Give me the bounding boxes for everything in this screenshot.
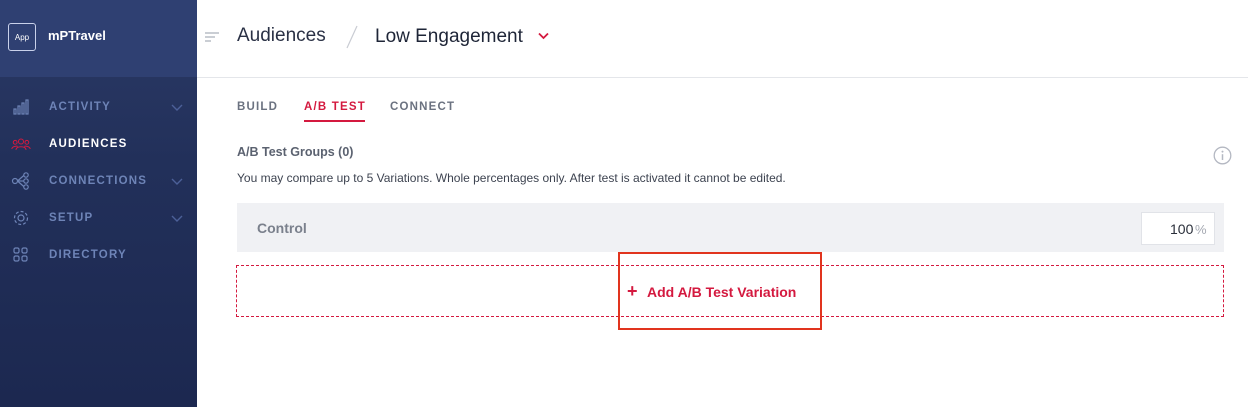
control-percentage-value: 100 — [1170, 221, 1194, 237]
grid-icon — [13, 247, 28, 262]
breadcrumb-audiences[interactable]: Audiences — [237, 25, 326, 47]
app-badge: App — [8, 23, 36, 51]
sidebar-item-label: ACTIVITY — [49, 101, 111, 113]
tab-build[interactable]: BUILD — [237, 101, 278, 113]
info-icon[interactable] — [1213, 146, 1232, 165]
ab-test-description: You may compare up to 5 Variations. Whol… — [237, 171, 786, 185]
sidebar-item-directory[interactable]: DIRECTORY — [0, 237, 197, 274]
chevron-down-icon — [171, 215, 183, 222]
breadcrumb-separator — [346, 25, 358, 49]
chevron-down-icon — [171, 178, 183, 185]
sidebar-item-setup[interactable]: SETUP — [0, 200, 197, 237]
people-icon — [11, 138, 31, 150]
sidebar-item-label: DIRECTORY — [49, 249, 127, 261]
control-group-row: Control 100 % — [237, 203, 1224, 252]
gear-icon — [13, 210, 29, 226]
control-group-label: Control — [257, 220, 307, 236]
collapse-menu-icon[interactable] — [205, 31, 219, 43]
network-icon — [11, 172, 29, 190]
chevron-down-icon[interactable] — [538, 32, 549, 40]
app-brand[interactable]: App mPTravel — [0, 0, 197, 77]
active-tab-indicator — [304, 120, 365, 122]
sidebar: App mPTravel ACTIVITY AUDIENCES CONNECTI… — [0, 0, 197, 407]
bar-chart-icon — [13, 99, 29, 115]
sidebar-item-label: AUDIENCES — [49, 138, 128, 150]
sidebar-item-activity[interactable]: ACTIVITY — [0, 89, 197, 126]
sidebar-item-audiences[interactable]: AUDIENCES — [0, 126, 197, 163]
app-name: mPTravel — [48, 28, 106, 43]
chevron-down-icon — [171, 104, 183, 111]
sidebar-item-label: CONNECTIONS — [49, 175, 148, 187]
ab-test-groups-title: A/B Test Groups (0) — [237, 145, 354, 159]
page-header: Audiences Low Engagement — [197, 0, 1248, 78]
sidebar-item-connections[interactable]: CONNECTIONS — [0, 163, 197, 200]
audience-name-dropdown[interactable]: Low Engagement — [375, 26, 523, 48]
tab-connect[interactable]: CONNECT — [390, 101, 455, 113]
tab-ab-test[interactable]: A/B TEST — [304, 101, 366, 113]
control-percentage-input[interactable]: 100 % — [1141, 212, 1215, 245]
highlight-annotation — [618, 252, 822, 330]
percent-unit: % — [1195, 222, 1207, 237]
sidebar-item-label: SETUP — [49, 212, 94, 224]
